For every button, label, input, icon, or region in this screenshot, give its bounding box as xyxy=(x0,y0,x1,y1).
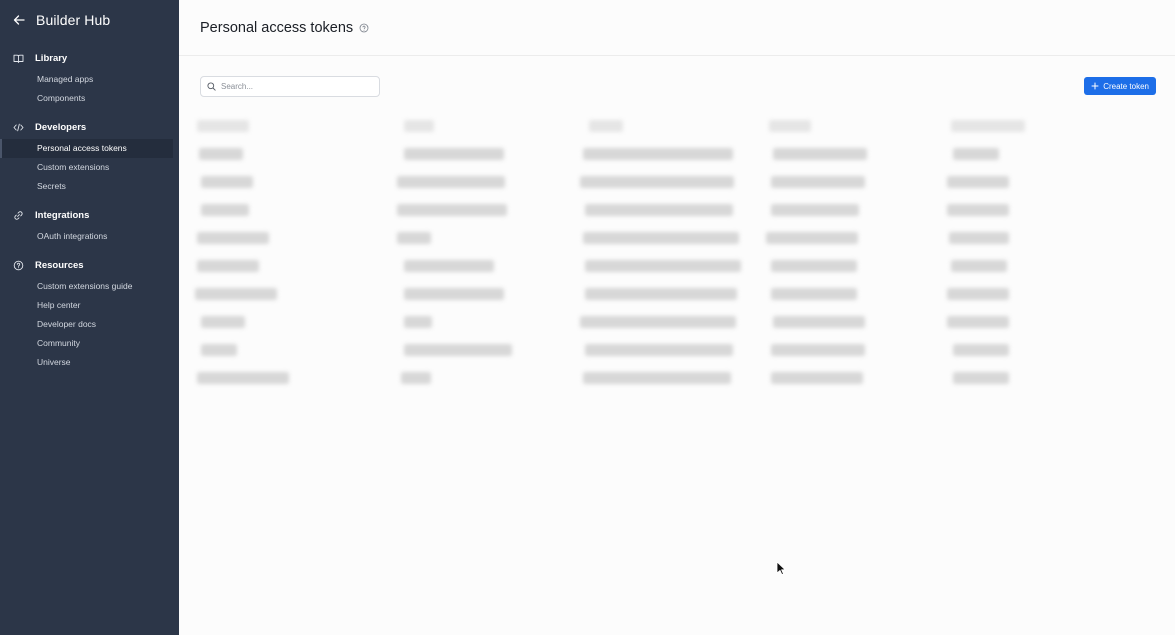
sidebar-section-header-resources[interactable]: Resources xyxy=(0,255,179,275)
book-icon xyxy=(13,53,24,64)
back-arrow-icon[interactable] xyxy=(12,13,26,27)
tokens-table-blurred xyxy=(191,112,1156,392)
sidebar-section-developers: Developers Personal access tokens Custom… xyxy=(0,117,179,196)
table-row xyxy=(191,308,1156,336)
sidebar-section-integrations: Integrations OAuth integrations xyxy=(0,205,179,246)
table-row xyxy=(191,140,1156,168)
help-icon[interactable] xyxy=(359,23,369,33)
app-title: Builder Hub xyxy=(36,12,111,28)
table-row xyxy=(191,168,1156,196)
sidebar-section-header-integrations[interactable]: Integrations xyxy=(0,205,179,225)
create-token-button[interactable]: Create token xyxy=(1084,77,1156,95)
main-content: Personal access tokens Create token xyxy=(179,0,1175,635)
question-circle-icon xyxy=(13,260,24,271)
sidebar-item-secrets[interactable]: Secrets xyxy=(0,177,179,196)
sidebar-item-managed-apps[interactable]: Managed apps xyxy=(0,70,179,89)
sidebar-section-title: Resources xyxy=(35,259,84,271)
search-icon xyxy=(207,82,216,91)
link-icon xyxy=(13,210,24,221)
table-row xyxy=(191,280,1156,308)
code-icon xyxy=(13,122,24,133)
toolbar: Create token xyxy=(200,76,1156,97)
sidebar-item-personal-access-tokens[interactable]: Personal access tokens xyxy=(0,139,173,158)
sidebar-item-custom-extensions[interactable]: Custom extensions xyxy=(0,158,179,177)
sidebar-item-oauth-integrations[interactable]: OAuth integrations xyxy=(0,227,179,246)
sidebar-item-help-center[interactable]: Help center xyxy=(0,296,179,315)
sidebar-section-title: Integrations xyxy=(35,209,90,221)
table-row xyxy=(191,196,1156,224)
sidebar: Builder Hub Library Managed apps Compone… xyxy=(0,0,179,635)
mouse-cursor-icon xyxy=(776,561,786,576)
sidebar-item-universe[interactable]: Universe xyxy=(0,353,179,372)
sidebar-item-custom-extensions-guide[interactable]: Custom extensions guide xyxy=(0,277,179,296)
table-row xyxy=(191,364,1156,392)
sidebar-section-library: Library Managed apps Components xyxy=(0,48,179,108)
search-input[interactable] xyxy=(221,82,371,91)
sidebar-section-resources: Resources Custom extensions guide Help c… xyxy=(0,255,179,372)
create-token-label: Create token xyxy=(1103,81,1149,91)
sidebar-item-developer-docs[interactable]: Developer docs xyxy=(0,315,179,334)
sidebar-section-header-developers[interactable]: Developers xyxy=(0,117,179,137)
sidebar-section-title: Library xyxy=(35,52,68,64)
page-header: Personal access tokens xyxy=(179,0,1175,56)
sidebar-header: Builder Hub xyxy=(0,0,179,40)
table-row xyxy=(191,112,1156,140)
search-box[interactable] xyxy=(200,76,380,97)
page-title: Personal access tokens xyxy=(200,19,354,36)
sidebar-item-components[interactable]: Components xyxy=(0,89,179,108)
table-row xyxy=(191,252,1156,280)
table-row xyxy=(191,224,1156,252)
sidebar-section-title: Developers xyxy=(35,121,87,133)
plus-icon xyxy=(1091,82,1099,90)
sidebar-section-header-library[interactable]: Library xyxy=(0,48,179,68)
table-row xyxy=(191,336,1156,364)
sidebar-item-community[interactable]: Community xyxy=(0,334,179,353)
